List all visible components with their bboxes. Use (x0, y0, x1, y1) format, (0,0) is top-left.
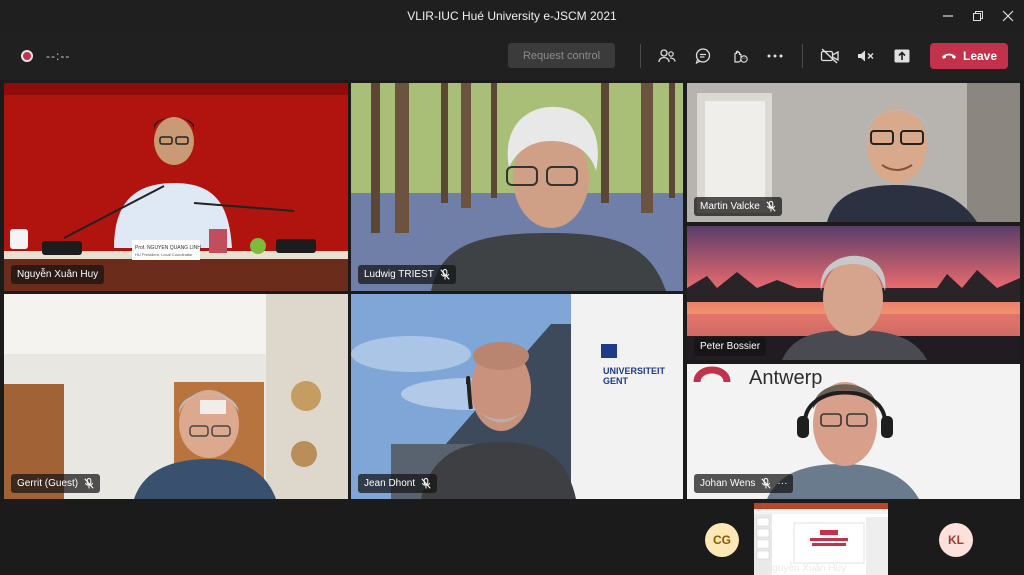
recording-timer: --:-- (46, 49, 71, 63)
minimize-icon[interactable] (938, 6, 958, 26)
participants-icon[interactable] (655, 44, 679, 68)
video-feed (4, 294, 348, 499)
video-tile-peter-bossier[interactable]: Peter Bossier (687, 226, 1020, 360)
chat-icon[interactable] (691, 44, 715, 68)
participant-name: Nguyễn Xuân Huy (17, 269, 99, 280)
banner-text: Antwerp (749, 367, 822, 389)
phone-icon (941, 53, 956, 59)
meeting-toolbar: --:-- Request control Leave (0, 31, 1024, 80)
participant-nametag: Martin Valcke (694, 197, 782, 216)
video-feed (351, 83, 683, 291)
video-tile-martin-valcke[interactable]: Martin Valcke (687, 83, 1020, 222)
video-feed: UNIVERSITEIT GENT (351, 294, 683, 499)
participant-nametag: Nguyễn Xuân Huy (11, 265, 105, 284)
building-sign-line1: UNIVERSITEIT (603, 366, 666, 376)
video-tile-jean-dhont[interactable]: UNIVERSITEIT GENT Jean Dhont (351, 294, 683, 499)
mic-muted-icon (440, 269, 450, 280)
participant-nametag: Johan Wens ··· (694, 474, 794, 493)
recording-icon (21, 50, 33, 62)
participant-name: Ludwig TRIEST (364, 269, 434, 280)
video-tile-gerrit-guest[interactable]: Gerrit (Guest) (4, 294, 348, 499)
mic-muted-icon (421, 478, 431, 489)
speaker-mute-icon[interactable] (854, 44, 878, 68)
screen-share-label: Nguyễn Xuân Huy (765, 563, 847, 574)
participant-nametag: Peter Bossier (694, 337, 767, 356)
avatar-initials: KL (948, 533, 964, 547)
desk-nameplate-sub: HU President, Local Coordinator (135, 252, 193, 257)
participant-nametag: Jean Dhont (358, 474, 438, 493)
more-options-icon[interactable] (763, 44, 787, 68)
title-bar: VLIR-IUC Hué University e-JSCM 2021 (0, 0, 1024, 31)
video-tile-ludwig-triest[interactable]: Ludwig TRIEST (351, 83, 683, 291)
participant-name: Gerrit (Guest) (17, 478, 79, 489)
participant-name: Johan Wens (700, 478, 756, 489)
request-control-button[interactable]: Request control (508, 43, 615, 68)
restore-icon[interactable] (968, 6, 988, 26)
video-tile-nguyen-xuan-huy[interactable]: Prof. NGUYEN QUANG LINH HU President, Lo… (4, 83, 348, 291)
reactions-icon[interactable] (727, 44, 751, 68)
leave-button[interactable]: Leave (930, 43, 1008, 69)
participant-nametag: Ludwig TRIEST (358, 265, 456, 284)
participant-nametag: Gerrit (Guest) (11, 474, 101, 493)
video-tile-johan-wens[interactable]: Antwerp Johan Wens ··· (687, 364, 1020, 499)
participant-name: Peter Bossier (700, 341, 761, 352)
mic-muted-icon (761, 478, 772, 489)
participant-name: Jean Dhont (364, 478, 416, 489)
window-title: VLIR-IUC Hué University e-JSCM 2021 (407, 9, 617, 23)
building-sign-line2: GENT (603, 376, 629, 386)
video-feed: Prof. NGUYEN QUANG LINH HU President, Lo… (4, 83, 348, 291)
mic-muted-icon (84, 478, 94, 489)
participant-name: Martin Valcke (700, 201, 760, 212)
avatar-initials: CG (713, 533, 731, 547)
share-tray-icon[interactable] (890, 44, 914, 68)
participant-more-button[interactable]: ··· (777, 478, 787, 489)
avatar-kl[interactable]: KL (939, 523, 973, 557)
desk-nameplate: Prof. NGUYEN QUANG LINH (135, 245, 201, 251)
camera-off-icon[interactable] (818, 44, 842, 68)
close-icon[interactable] (998, 6, 1018, 26)
toolbar-divider (640, 44, 641, 68)
mic-muted-icon (766, 201, 776, 212)
avatar-cg[interactable]: CG (705, 523, 739, 557)
leave-label: Leave (962, 49, 998, 63)
toolbar-divider (802, 44, 803, 68)
